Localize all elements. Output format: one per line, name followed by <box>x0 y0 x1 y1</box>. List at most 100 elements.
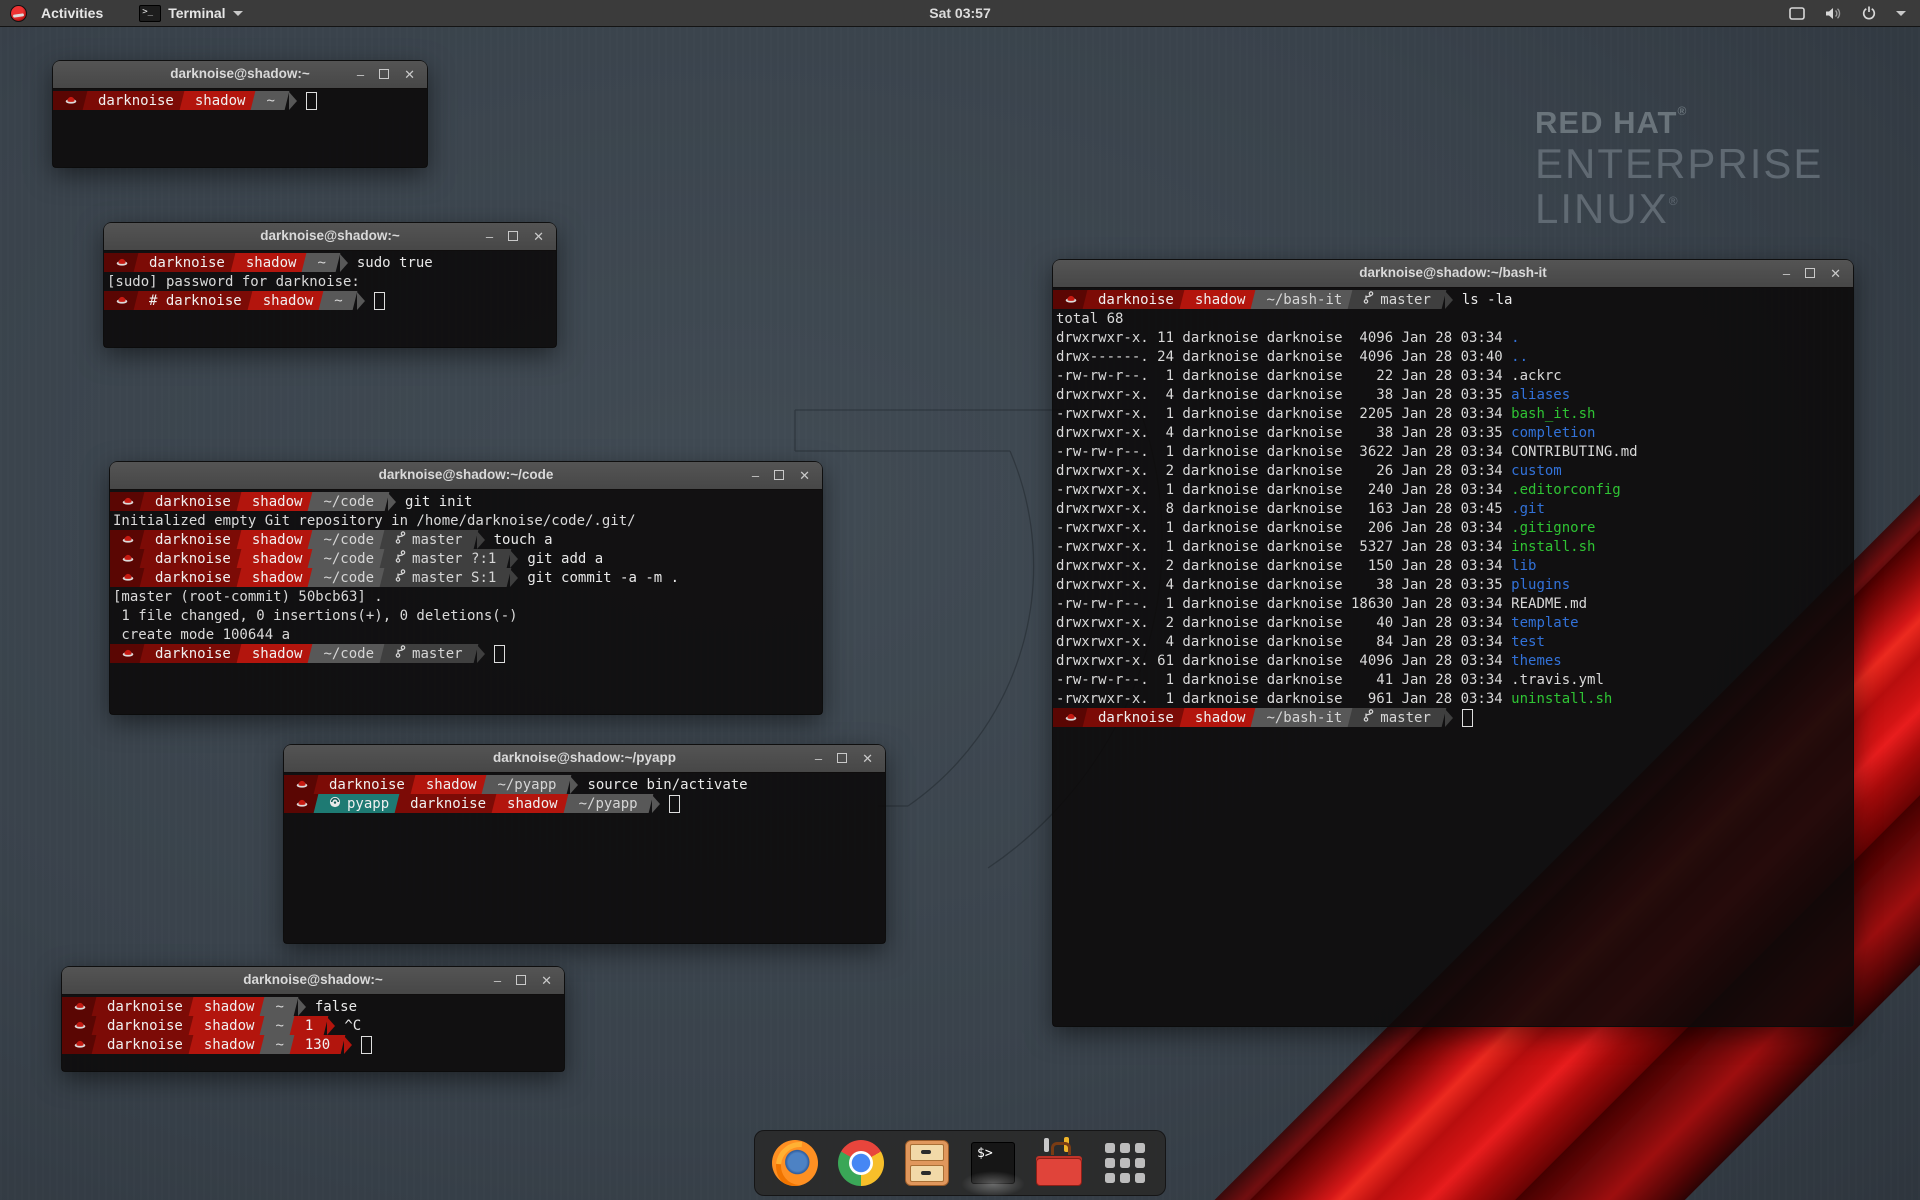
maximize-button[interactable] <box>379 68 389 81</box>
app-menu[interactable]: >_ Terminal <box>139 5 242 22</box>
maximize-button[interactable] <box>774 469 784 482</box>
prompt-segment-git: master S:1 <box>386 568 505 587</box>
prompt-segment-path: ~ <box>257 91 283 110</box>
prompt-segment-text: darknoise <box>1098 292 1174 308</box>
command-text: git commit -a -m . <box>527 570 679 586</box>
prompt-segment-user: darknoise <box>1089 290 1183 309</box>
terminal-body[interactable]: darknoiseshadow~/pyappsource bin/activat… <box>284 772 885 943</box>
prompt-segment-text: ~/code <box>323 551 374 567</box>
command-text: ls -la <box>1462 292 1513 308</box>
python-icon <box>329 796 341 812</box>
dock-item-terminal[interactable]: $> <box>969 1139 1017 1187</box>
close-button[interactable]: ✕ <box>799 469 810 482</box>
terminal-body[interactable]: darknoiseshadow~/bash-itmasterls -latota… <box>1053 287 1853 1026</box>
prompt-segment-user: darknoise <box>146 492 240 511</box>
window-titlebar[interactable]: darknoise@shadow:~–✕ <box>62 967 564 995</box>
prompt-line: pyappdarknoiseshadow~/pyapp <box>287 794 885 813</box>
grid-dot <box>1135 1143 1145 1153</box>
prompt-line: darknoiseshadow~/codemaster S:1git commi… <box>113 568 822 587</box>
window-titlebar[interactable]: darknoise@shadow:~–✕ <box>53 61 427 89</box>
minimize-button[interactable]: – <box>752 469 759 482</box>
maximize-button[interactable] <box>1805 267 1815 280</box>
close-button[interactable]: ✕ <box>533 230 544 243</box>
terminal-cursor <box>494 645 505 663</box>
ls-meta: -rw-rw-r--. 1 darknoise darknoise 41 Jan… <box>1056 672 1511 688</box>
ls-filename: plugins <box>1511 577 1570 593</box>
prompt-line: darknoiseshadow~sudo true <box>107 253 556 272</box>
powerline-arrow-icon <box>477 645 485 663</box>
prompt-segment-path: ~/bash-it <box>1257 290 1351 309</box>
window-titlebar[interactable]: darknoise@shadow:~ – ✕ <box>104 223 556 251</box>
prompt-segment-git: master ?:1 <box>386 549 505 568</box>
prompt-segment-git: master <box>1354 290 1440 309</box>
prompt-segment-text: ~ <box>275 1037 283 1053</box>
prompt-segment-path: ~/bash-it <box>1257 708 1351 727</box>
maximize-icon <box>379 69 389 79</box>
close-button[interactable]: ✕ <box>862 752 873 765</box>
maximize-button[interactable] <box>516 974 526 987</box>
window-controls: –✕ <box>357 61 415 88</box>
redhat-icon <box>116 293 128 309</box>
rhel-logo-line1: RED HAT® <box>1535 104 1823 141</box>
clock[interactable]: Sat 03:57 <box>0 5 1920 21</box>
volume-icon[interactable] <box>1825 7 1842 20</box>
terminal-body[interactable]: darknoiseshadow~/codegit initInitialized… <box>110 489 822 714</box>
prompt-line: darknoiseshadow~/pyappsource bin/activat… <box>287 775 885 794</box>
window-title: darknoise@shadow:~/pyapp <box>493 750 676 765</box>
powerline-arrow-icon <box>344 1036 352 1054</box>
rhel-logo: RED HAT® ENTERPRISE LINUX® <box>1535 104 1823 231</box>
files-icon <box>905 1140 949 1186</box>
output-line: 1 file changed, 0 insertions(+), 0 delet… <box>113 606 822 625</box>
dock-item-toolbox[interactable] <box>1035 1139 1083 1187</box>
close-button[interactable]: ✕ <box>1830 267 1841 280</box>
prompt-segment-text: ~ <box>266 93 274 109</box>
prompt-segment-git: master <box>386 530 472 549</box>
prompt-segment-text: ~/code <box>323 646 374 662</box>
close-button[interactable]: ✕ <box>404 68 415 81</box>
ls-row: -rwxrwxr-x. 1 darknoise darknoise 5327 J… <box>1056 537 1853 556</box>
minimize-button[interactable]: – <box>357 68 364 81</box>
window-titlebar[interactable]: darknoise@shadow:~/pyapp – ✕ <box>284 745 885 773</box>
minimize-button[interactable]: – <box>486 230 493 243</box>
output-line: [sudo] password for darknoise: <box>107 272 556 291</box>
ls-row: drwxrwxr-x. 4 darknoise darknoise 84 Jan… <box>1056 632 1853 651</box>
ls-filename: .travis.yml <box>1511 672 1604 688</box>
window-titlebar[interactable]: darknoise@shadow:~/bash-it–✕ <box>1053 260 1853 288</box>
terminal-body[interactable]: darknoiseshadow~sudo true[sudo] password… <box>104 250 556 347</box>
window-titlebar[interactable]: darknoise@shadow:~/code–✕ <box>110 462 822 490</box>
prompt-segment-icon <box>1056 708 1086 727</box>
command-text: sudo true <box>357 255 433 271</box>
maximize-button[interactable] <box>508 230 518 243</box>
redhat-icon <box>1065 710 1077 726</box>
window-title: darknoise@shadow:~ <box>260 228 400 243</box>
dock-item-firefox[interactable] <box>771 1139 819 1187</box>
close-button[interactable]: ✕ <box>541 974 552 987</box>
chevron-down-icon[interactable] <box>1896 11 1906 16</box>
prompt-segment-text: shadow <box>195 93 246 109</box>
power-icon[interactable] <box>1862 6 1876 20</box>
prompt-segment-text: darknoise <box>149 255 225 271</box>
dock-item-files[interactable] <box>903 1139 951 1187</box>
prompt-segment-text: master S:1 <box>412 570 496 586</box>
branch-icon <box>395 569 406 586</box>
command-text: source bin/activate <box>587 777 747 793</box>
screen-icon[interactable] <box>1789 7 1805 20</box>
terminal-cursor <box>1462 709 1473 727</box>
prompt-segment-user: darknoise <box>146 530 240 549</box>
activities-button[interactable]: Activities <box>35 5 109 21</box>
minimize-button[interactable]: – <box>1783 267 1790 280</box>
branch-icon <box>395 531 406 548</box>
minimize-button[interactable]: – <box>815 752 822 765</box>
prompt-segment-user: darknoise <box>401 794 495 813</box>
prompt-segment-text: ~/code <box>323 532 374 548</box>
dock-item-app-grid[interactable] <box>1101 1139 1149 1187</box>
dock-item-chrome[interactable] <box>837 1139 885 1187</box>
terminal-window: darknoise@shadow:~–✕darknoiseshadow~fals… <box>62 967 564 1071</box>
terminal-body[interactable]: darknoiseshadow~falsedarknoiseshadow~1^C… <box>62 994 564 1071</box>
maximize-button[interactable] <box>837 752 847 765</box>
terminal-body[interactable]: darknoiseshadow~ <box>53 88 427 167</box>
minimize-button[interactable]: – <box>494 974 501 987</box>
status-area[interactable] <box>1789 6 1920 20</box>
ls-filename: install.sh <box>1511 539 1595 555</box>
prompt-segment-text: shadow <box>1195 292 1246 308</box>
